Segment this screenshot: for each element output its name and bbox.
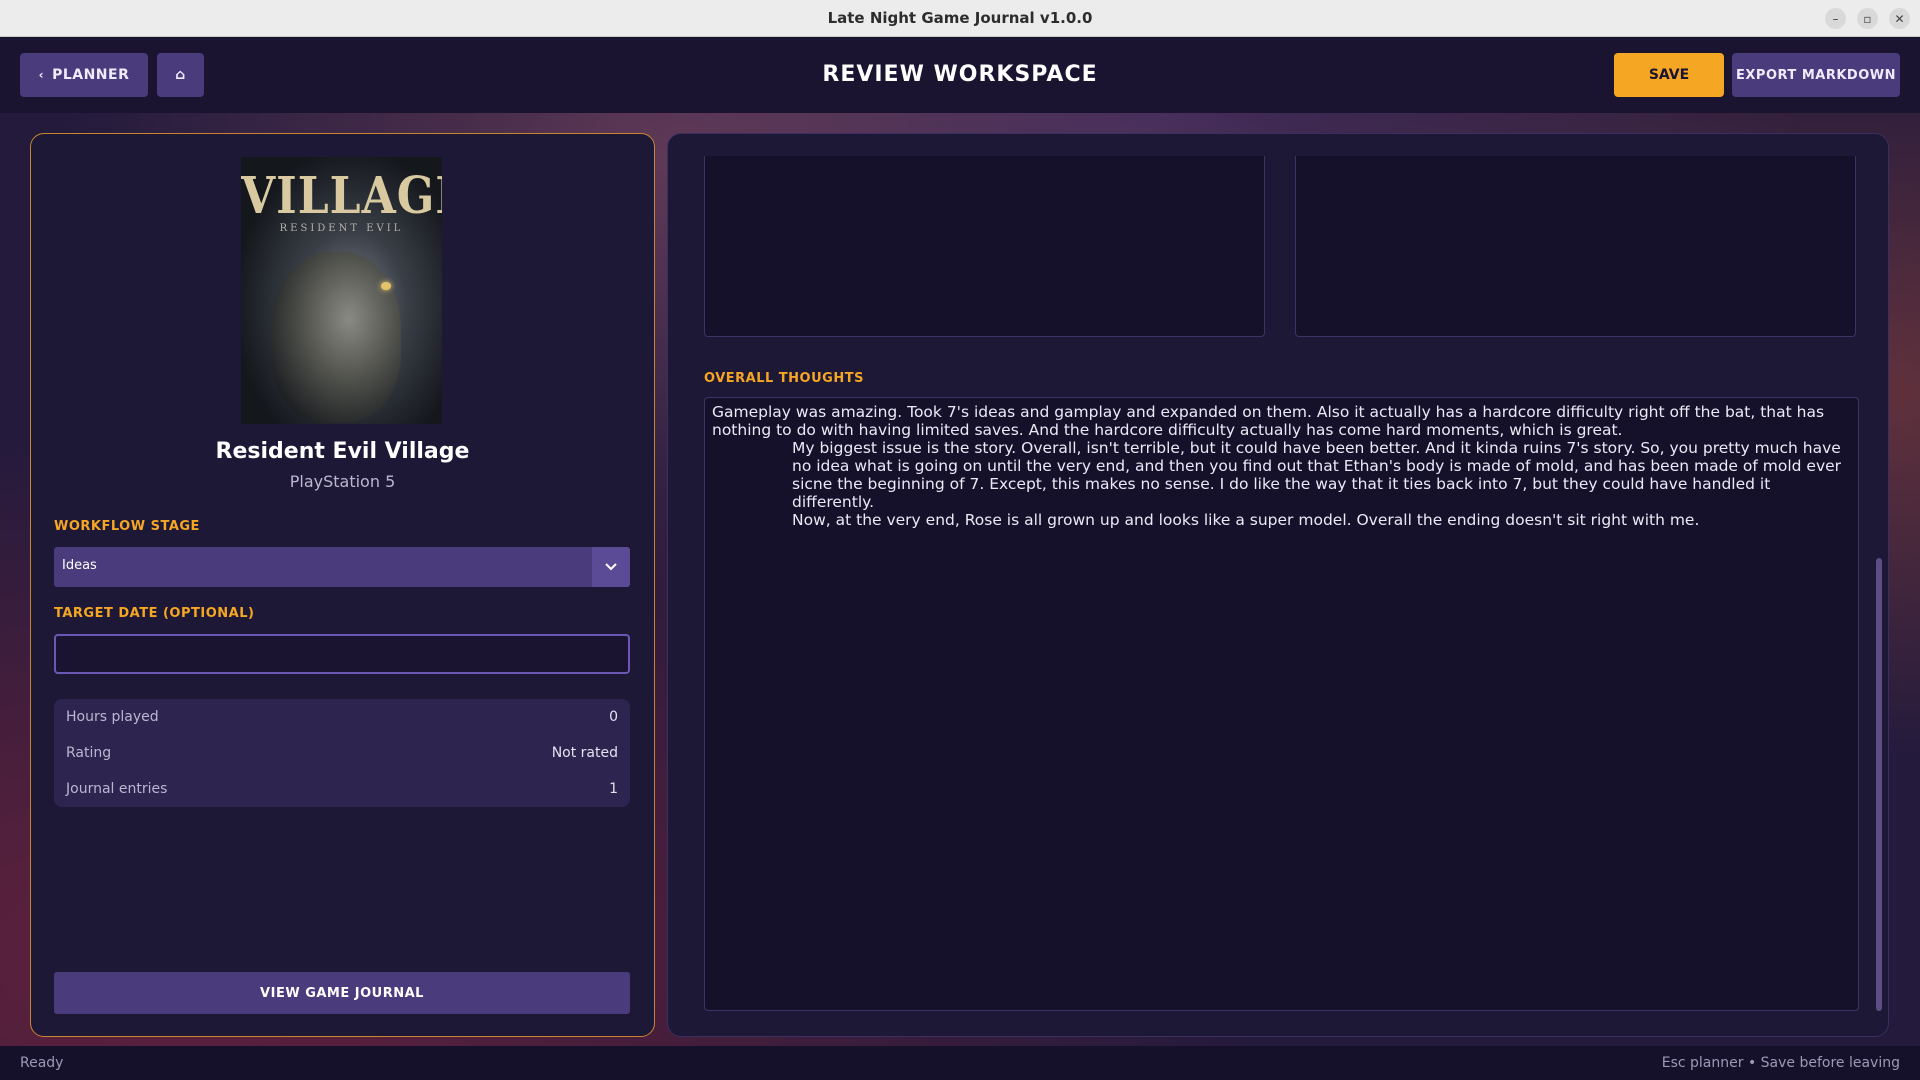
overall-thoughts-textarea[interactable]: Gameplay was amazing. Took 7's ideas and… [704,397,1859,1011]
stat-row-journal-entries: Journal entries 1 [66,771,618,807]
review-text-area-left[interactable] [704,156,1265,337]
status-text: Ready [20,1055,64,1071]
game-info-panel: VILLAGE RESIDENT EVIL Resident Evil Vill… [30,133,655,1037]
stat-value: 0 [609,709,618,725]
workflow-stage-label: WORKFLOW STAGE [54,519,200,534]
cover-face-art [271,252,401,422]
stat-row-rating: Rating Not rated [66,735,618,771]
cover-subtitle: RESIDENT EVIL [279,223,404,234]
game-platform: PlayStation 5 [289,472,396,491]
cover-title: VILLAGE [241,167,442,226]
thoughts-paragraph: Now, at the very end, Rose is all grown … [792,511,1700,529]
stat-label: Journal entries [66,781,168,797]
minimize-icon[interactable]: – [1825,8,1846,29]
app-header: ‹ PLANNER ⌂ REVIEW WORKSPACE SAVE EXPORT… [0,37,1920,113]
restore-icon[interactable]: ▫ [1857,8,1878,29]
game-stats-box: Hours played 0 Rating Not rated Journal … [54,699,630,807]
keyboard-hints: Esc planner • Save before leaving [1661,1055,1900,1071]
review-editor-panel: OVERALL THOUGHTS Gameplay was amazing. T… [667,133,1889,1037]
thoughts-paragraph: Gameplay was amazing. Took 7's ideas and… [712,403,1829,439]
editor-scrollbar[interactable] [1876,558,1882,1011]
save-button[interactable]: SAVE [1614,53,1724,97]
stat-value: 1 [609,781,618,797]
stat-value: Not rated [551,745,618,761]
export-markdown-button[interactable]: EXPORT MARKDOWN [1732,53,1900,97]
cover-eye-art [381,282,391,290]
workflow-stage-select[interactable]: Ideas [54,547,630,587]
stat-row-hours: Hours played 0 [66,699,618,735]
chevron-down-icon[interactable] [592,547,630,587]
game-cover-image: VILLAGE RESIDENT EVIL [241,157,442,424]
view-game-journal-button[interactable]: VIEW GAME JOURNAL [54,972,630,1014]
overall-thoughts-label: OVERALL THOUGHTS [704,371,864,386]
workflow-stage-value: Ideas [62,558,97,573]
target-date-label: TARGET DATE (OPTIONAL) [54,606,255,621]
stat-label: Rating [66,745,112,761]
status-bar: Ready Esc planner • Save before leaving [0,1046,1920,1080]
thoughts-paragraph: My biggest issue is the story. Overall, … [792,439,1846,511]
window-titlebar: Late Night Game Journal v1.0.0 – ▫ ✕ [0,0,1920,37]
close-icon[interactable]: ✕ [1889,8,1910,29]
game-title: Resident Evil Village [215,439,470,464]
target-date-input[interactable] [54,634,630,674]
window-controls: – ▫ ✕ [1825,8,1910,29]
window-title: Late Night Game Journal v1.0.0 [827,9,1093,27]
stat-label: Hours played [66,709,159,725]
review-text-area-right[interactable] [1295,156,1856,337]
